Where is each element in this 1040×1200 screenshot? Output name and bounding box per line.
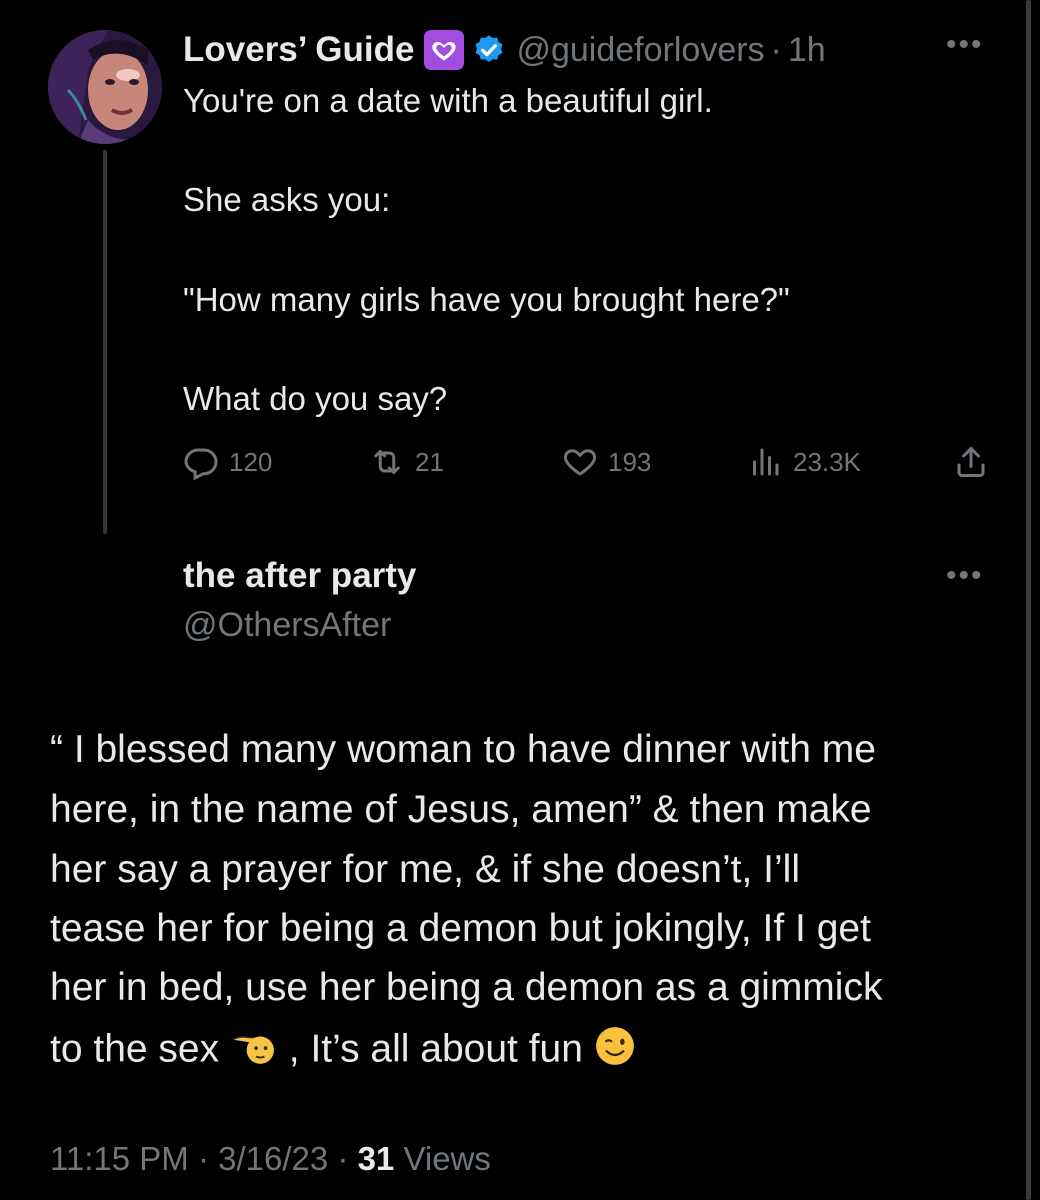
reply-text-line: tease her for being a demon but jokingly… [50, 907, 871, 950]
reply-text-last-line: to the sex , It’s all about fun [50, 1025, 636, 1077]
reply-icon [184, 448, 218, 480]
reply-meta: 11:15 PM · 3/16/23 · 31 Views [50, 1140, 491, 1178]
handle[interactable]: @guideforlovers [516, 31, 764, 70]
purple-heart-icon [424, 30, 465, 70]
retweet-icon [374, 450, 400, 474]
like-count: 193 [608, 446, 652, 477]
bar-chart-icon [753, 448, 779, 476]
tweet-text-line: What do you say? [183, 380, 448, 417]
tweet-actions: 120 21 193 23.3K [183, 440, 993, 484]
separator: · [770, 30, 782, 69]
more-options-icon[interactable]: ••• [946, 30, 984, 60]
reply-text-line: here, in the name of Jesus, amen” & then… [50, 788, 872, 831]
tweet-text-line: "How many girls have you brought here?" [183, 281, 790, 318]
display-name[interactable]: Lovers’ Guide [183, 30, 414, 70]
tweet-text-line: She asks you: [183, 181, 391, 218]
reply-views-count: 31 [357, 1140, 395, 1177]
more-options-icon[interactable]: ••• [946, 561, 984, 591]
reply-text-line: “ I blessed many woman to have dinner wi… [50, 728, 876, 771]
reply-text-segment: , It’s all about fun [288, 1027, 583, 1071]
timestamp[interactable]: 11:15 PM · 3/16/23 · [50, 1140, 358, 1177]
reply-text-line: her say a prayer for me, & if she doesn’… [50, 848, 800, 891]
tweet-header: Lovers’ Guide @guideforlovers · 1h [183, 26, 826, 74]
verified-badge-icon [472, 33, 506, 67]
tweet-text-line: You're on a date with a beautiful girl. [183, 82, 713, 119]
reply-text-line: her in bed, use her being a demon as a g… [50, 966, 883, 1009]
pointing-hand-emoji [230, 1025, 278, 1077]
share-button[interactable] [953, 440, 999, 484]
retweet-button[interactable]: 21 [369, 440, 444, 484]
views-count: 23.3K [793, 446, 861, 477]
time-ago[interactable]: 1h [788, 31, 826, 70]
avatar-portrait-image [48, 30, 162, 144]
thread-line [103, 150, 107, 534]
reply-text-segment: to the sex [50, 1027, 220, 1071]
reply-handle[interactable]: @OthersAfter [183, 606, 391, 645]
share-icon [957, 447, 985, 477]
reply-display-name[interactable]: the after party [183, 556, 416, 596]
heart-icon [563, 449, 597, 476]
winking-face-emoji [594, 1025, 636, 1077]
retweet-count: 21 [415, 446, 444, 477]
reply-count: 120 [229, 446, 273, 477]
avatar[interactable] [48, 30, 162, 144]
views-label: Views [394, 1140, 491, 1177]
reply-button[interactable]: 120 [183, 440, 272, 484]
scrollbar[interactable] [1026, 0, 1031, 1200]
like-button[interactable]: 193 [562, 440, 651, 484]
views-button[interactable]: 23.3K [747, 440, 861, 484]
